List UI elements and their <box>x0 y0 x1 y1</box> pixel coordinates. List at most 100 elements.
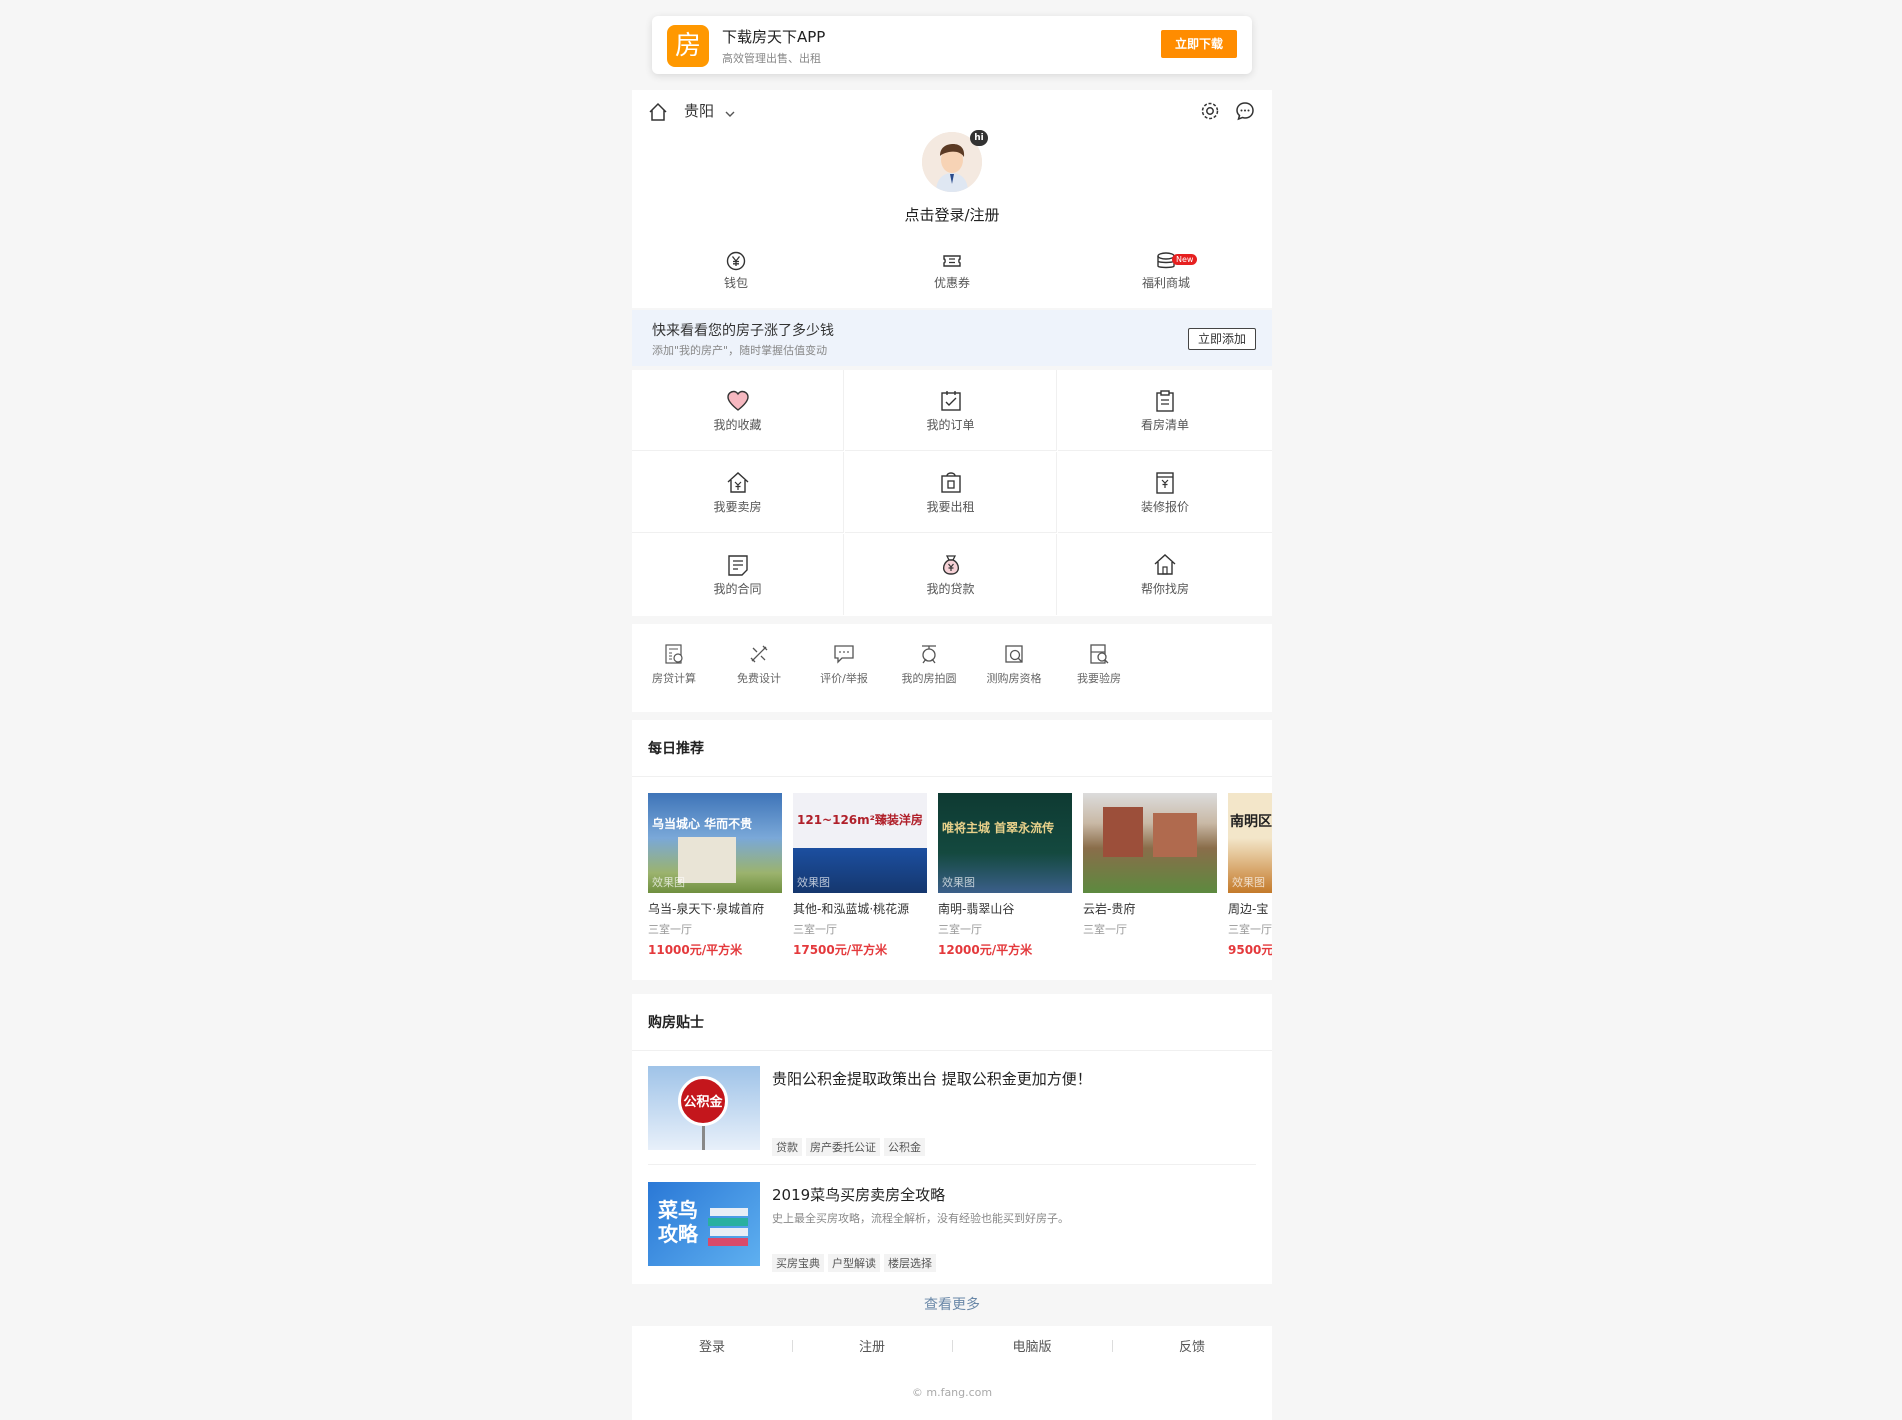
favorites-label: 我的收藏 <box>713 418 762 432</box>
property-slogan: 唯将主城 首翠永流传 <box>942 821 1055 835</box>
welfare-mall-button[interactable]: 福利商城 New <box>1106 250 1226 291</box>
review-report-button[interactable]: 评价/举报 <box>802 642 886 686</box>
tip-article[interactable]: 公积金 贵阳公积金提取政策出台 提取公积金更加方便！ 贷款 房产委托公证 公积金 <box>648 1066 1256 1174</box>
property-name: 周边-宝 <box>1228 902 1269 916</box>
mortgage-calculator-label: 房贷计算 <box>652 672 696 685</box>
function-grid: 我的收藏 我的订单 看房清单 我要卖房 我要出租 装修报价 我的合同 我的贷款 … <box>632 370 1272 616</box>
recommend-card[interactable]: 乌当城心 华而不贵 效果图 乌当-泉天下·泉城首府 三室一厅 11000元/平方… <box>648 793 782 958</box>
property-image <box>1083 793 1217 893</box>
viewing-list-button[interactable]: 看房清单 <box>1058 370 1272 451</box>
recommend-card[interactable]: 唯将主城 首翠永流传 效果图 南明-翡翠山谷 三室一厅 12000元/平方米 <box>938 793 1072 958</box>
tip-article[interactable]: 菜鸟攻略 2019菜鸟买房卖房全攻略 史上最全买房攻略，流程全解析，没有经验也能… <box>648 1182 1256 1290</box>
rendering-tag: 效果图 <box>797 876 830 889</box>
message-icon[interactable] <box>1234 100 1256 122</box>
wallet-label: 钱包 <box>723 276 748 290</box>
tip-subtitle: 史上最全买房攻略，流程全解析，没有经验也能买到好房子。 <box>772 1212 1069 1225</box>
recommend-card[interactable]: 南明区 效果图 周边-宝 三室一厅 9500元/ <box>1228 793 1272 958</box>
heart-icon <box>632 388 843 414</box>
tip-tag[interactable]: 买房宝典 <box>772 1254 824 1272</box>
tip-tag[interactable]: 房产委托公证 <box>806 1138 880 1156</box>
tip-title: 2019菜鸟买房卖房全攻略 <box>772 1186 946 1204</box>
property-price: 17500元/平方米 <box>793 943 888 957</box>
comment-icon <box>832 644 856 664</box>
daily-recommend-title: 每日推荐 <box>648 741 704 757</box>
property-type: 三室一厅 <box>938 923 982 936</box>
coupon-label: 优惠券 <box>933 276 970 290</box>
loan-label: 我的贷款 <box>926 582 975 596</box>
find-house-label: 帮你找房 <box>1140 582 1189 596</box>
mortgage-calculator-button[interactable]: 房贷计算 <box>632 642 716 686</box>
sell-house-button[interactable]: 我要卖房 <box>632 452 844 533</box>
calculator-icon <box>662 644 686 664</box>
money-bag-icon <box>845 552 1056 578</box>
tip-tag[interactable]: 楼层选择 <box>884 1254 936 1272</box>
footer-feedback-link[interactable]: 反馈 <box>1112 1336 1272 1355</box>
footer-login-link[interactable]: 登录 <box>632 1336 792 1355</box>
building-shape <box>1153 813 1197 857</box>
book-shape <box>710 1208 748 1216</box>
city-selector[interactable]: 贵阳 <box>684 100 714 121</box>
new-badge: New <box>1172 254 1198 265</box>
welfare-mall-label: 福利商城 <box>1141 276 1190 290</box>
tip-tag[interactable]: 公积金 <box>884 1138 925 1156</box>
rent-icon <box>845 470 1056 496</box>
rendering-tag: 效果图 <box>1232 876 1265 889</box>
rent-out-label: 我要出租 <box>926 500 975 514</box>
free-design-label: 免费设计 <box>737 672 781 685</box>
house-inspection-button[interactable]: 我要验房 <box>1057 642 1141 686</box>
coupon-button[interactable]: 优惠券 <box>892 250 1012 291</box>
find-house-button[interactable]: 帮你找房 <box>1058 534 1272 615</box>
tip-thumbnail: 公积金 <box>648 1066 760 1150</box>
rendering-tag: 效果图 <box>942 876 975 889</box>
download-app-banner[interactable]: 房 下载房天下APP 高效管理出售、出租 立即下载 <box>652 16 1252 74</box>
view-more-link[interactable]: 查看更多 <box>632 1294 1272 1314</box>
thumb-text: 菜鸟攻略 <box>658 1198 698 1246</box>
clipboard-icon <box>1058 388 1272 414</box>
renovation-quote-button[interactable]: 装修报价 <box>1058 452 1272 533</box>
recommend-card[interactable]: 云岩-贵府 三室一厅 <box>1083 793 1217 941</box>
property-slogan: 南明区 <box>1230 814 1272 830</box>
thumb-text: 公积金 <box>683 1095 723 1110</box>
buying-tips-title: 购房贴士 <box>648 1015 704 1031</box>
gear-icon[interactable] <box>1199 100 1221 122</box>
property-price: 9500元/ <box>1228 943 1272 957</box>
design-icon <box>747 644 771 663</box>
order-icon <box>845 388 1056 414</box>
purchase-qualification-button[interactable]: 测购房资格 <box>972 642 1056 686</box>
property-type: 三室一厅 <box>1083 923 1127 936</box>
building-shape <box>1103 807 1143 857</box>
favorites-button[interactable]: 我的收藏 <box>632 370 844 451</box>
rendering-tag: 效果图 <box>652 876 685 889</box>
recommend-card[interactable]: 121~126m²臻装洋房 效果图 其他-和泓蓝城·桃花源 三室一厅 17500… <box>793 793 927 958</box>
property-name: 其他-和泓蓝城·桃花源 <box>793 902 910 916</box>
user-header-card: 贵阳 hi 点击登录/注册 钱包 优惠券 福利商城 New <box>632 90 1272 308</box>
property-slogan: 乌当城心 华而不贵 <box>652 817 753 831</box>
qualify-icon <box>1002 644 1026 663</box>
sign-pole <box>702 1126 705 1150</box>
property-price: 11000元/平方米 <box>648 943 743 957</box>
loan-button[interactable]: 我的贷款 <box>845 534 1057 615</box>
download-button[interactable]: 立即下载 <box>1161 30 1237 58</box>
home-icon[interactable] <box>648 101 668 122</box>
house-auction-button[interactable]: 我的房拍圆 <box>887 642 971 686</box>
footer-register-link[interactable]: 注册 <box>792 1336 952 1355</box>
tools-row: 房贷计算 免费设计 评价/举报 我的房拍圆 测购房资格 我要验房 <box>632 624 1272 712</box>
wallet-row: 钱包 优惠券 福利商城 New <box>632 250 1272 300</box>
orders-button[interactable]: 我的订单 <box>845 370 1057 451</box>
add-property-button[interactable]: 立即添加 <box>1188 328 1256 350</box>
fang-app-logo: 房 <box>667 25 709 67</box>
copyright: © m.fang.com <box>911 1386 993 1399</box>
chevron-down-icon[interactable] <box>724 103 736 122</box>
login-register-link[interactable]: 点击登录/注册 <box>632 204 1272 225</box>
free-design-button[interactable]: 免费设计 <box>717 642 801 686</box>
footer-desktop-link[interactable]: 电脑版 <box>952 1336 1112 1355</box>
rent-out-button[interactable]: 我要出租 <box>845 452 1057 533</box>
contract-button[interactable]: 我的合同 <box>632 534 844 615</box>
wallet-button[interactable]: 钱包 <box>676 250 796 291</box>
tip-tags: 买房宝典 户型解读 楼层选择 <box>772 1252 940 1272</box>
tip-tag[interactable]: 贷款 <box>772 1138 802 1156</box>
review-report-label: 评价/举报 <box>820 672 868 685</box>
tip-tag[interactable]: 户型解读 <box>828 1254 880 1272</box>
property-image: 唯将主城 首翠永流传 效果图 <box>938 793 1072 893</box>
camera-icon <box>917 644 941 664</box>
